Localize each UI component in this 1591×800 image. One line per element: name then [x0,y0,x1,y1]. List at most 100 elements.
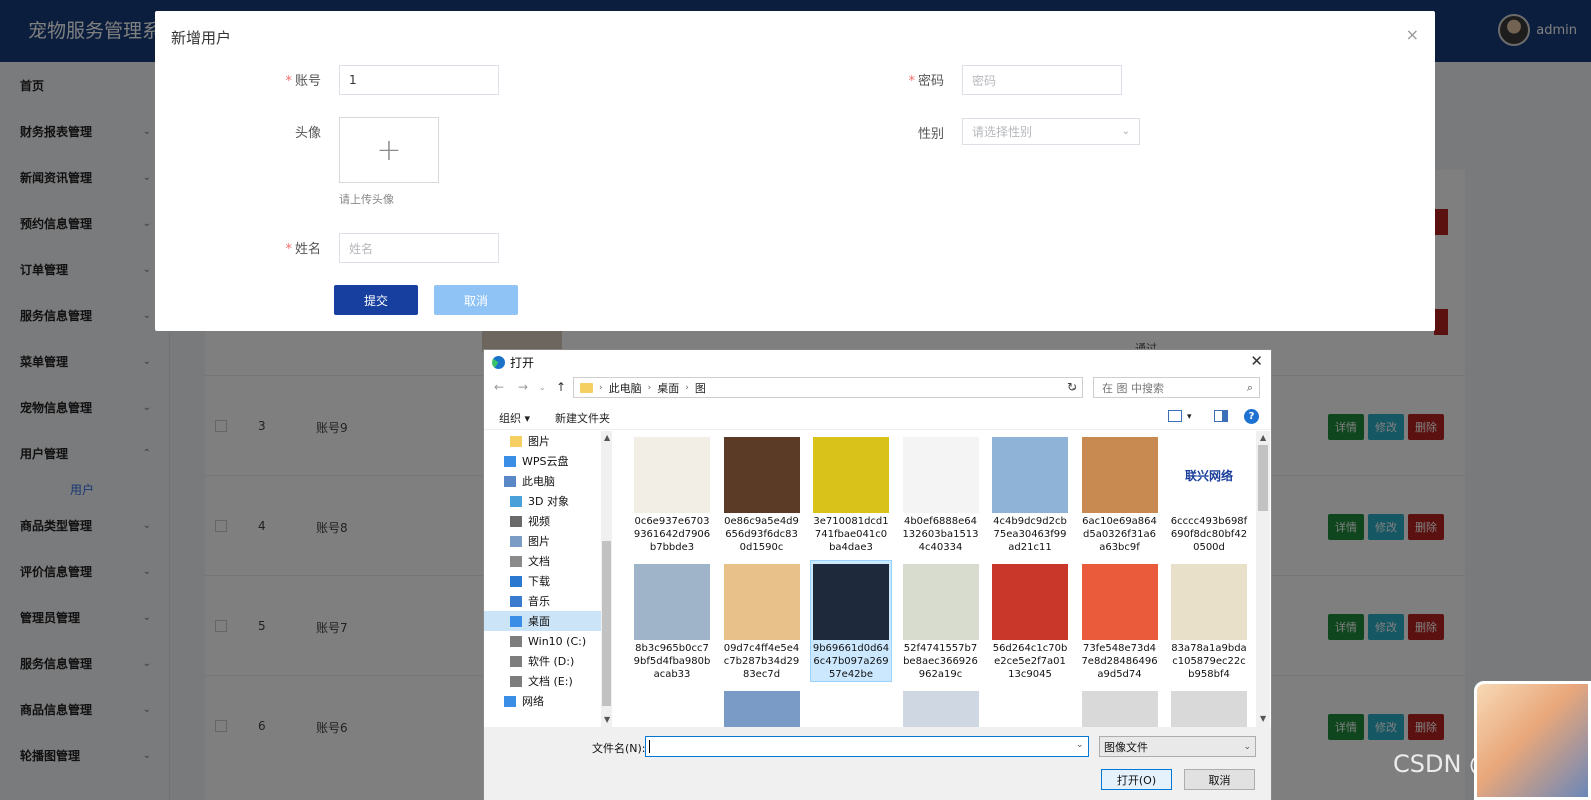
tree-item[interactable]: 图片 [484,431,601,451]
file-item[interactable]: 56d264c1c70be2ce5e2f7a0113c9045 [990,561,1070,681]
address-bar[interactable]: › 此电脑 › 桌面 › 图 ⌄ [573,377,1083,398]
submit-button[interactable]: 提交 [334,285,418,315]
file-item[interactable]: 52f4741557b7be8aec366926962a19c [901,561,981,681]
download-icon [510,575,522,587]
filetype-select[interactable]: 图像文件 ⌄ [1099,736,1256,757]
view-options-icon[interactable] [1168,410,1182,422]
chevron-down-icon[interactable]: ⌄ [1076,740,1084,750]
filename-input[interactable] [645,736,1089,757]
tree-item[interactable]: WPS云盘 [484,451,601,471]
file-item[interactable]: 09d7c4ff4e5e4c7b287b34d2983ec7d [722,561,802,681]
close-icon[interactable]: ✕ [1250,352,1263,370]
tree-item[interactable]: 音乐 [484,591,601,611]
scroll-up-icon[interactable]: ▲ [604,433,610,442]
account-label: * 账号 [285,74,321,89]
tree-item[interactable]: 图片 [484,531,601,551]
product-bottles-thumbnail [634,437,710,513]
file-name: 6cccc493b698f690f8dc80bf420500d [1170,516,1248,553]
breadcrumb-separator: › [685,382,689,393]
corn-thumbnail [813,437,889,513]
avatar-popup-image[interactable] [1474,681,1591,800]
avatar-upload-button[interactable]: + [339,117,439,183]
file-item-partial[interactable] [901,688,981,727]
cancel-button[interactable]: 取消 [434,285,518,315]
scrollbar-thumb[interactable] [1258,445,1268,511]
breadcrumb-desktop[interactable]: 桌面 [657,380,679,396]
preview-pane-icon[interactable] [1214,410,1228,422]
file-item[interactable]: 3e710081dcd1741fbae041c0ba4dae3 [811,434,891,554]
file-item[interactable]: 4b0ef6888e64132603ba15134c40334 [901,434,981,554]
file-item[interactable]: 6ac10e69a864d5a0326f31a6a63bc9f [1080,434,1160,554]
tree-item[interactable]: Win10 (C:) [484,631,601,651]
scroll-down-icon[interactable]: ▼ [1260,714,1266,723]
folder-icon [580,382,593,393]
file-name: 3e710081dcd1741fbae041c0ba4dae3 [813,516,889,553]
computer-icon [504,475,516,487]
file-item[interactable]: 0e86c9a5e4d9656d93f6dc830d1590c [722,434,802,554]
tree-item-label: WPS云盘 [522,455,569,468]
file-item[interactable]: 73fe548e73d47e8d28486496a9d5d74 [1080,561,1160,681]
file-name: 83a78a1a9bdac105879ec22cb958bf4 [1171,643,1247,680]
file-item-partial[interactable] [1080,688,1160,727]
file-item[interactable]: 9b69661d0d646c47b097a26957e42be [810,560,892,682]
scroll-up-icon[interactable]: ▲ [1260,433,1266,442]
snack-bags-thumbnail [723,564,800,640]
tree-item[interactable]: 此电脑 [484,471,601,491]
file-name: 4b0ef6888e64132603ba15134c40334 [902,516,979,553]
account-input[interactable]: 1 [339,65,499,95]
tree-item-label: 下载 [528,575,550,588]
breadcrumb-this-pc[interactable]: 此电脑 [609,380,642,396]
tree-item[interactable]: 文档 [484,551,601,571]
lianxing-logo-thumbnail: 联兴网络 [1171,437,1247,513]
breadcrumb-separator: › [599,382,603,393]
scroll-down-icon[interactable]: ▼ [604,715,610,724]
file-item[interactable]: 0c6e937e67039361642d7906b7bbde3 [632,434,712,554]
image-thumbnail [1081,691,1158,727]
forward-arrow-icon[interactable]: → [518,380,528,394]
recent-chevron-icon[interactable]: ⌄ [539,383,546,392]
name-input[interactable]: 姓名 [339,233,499,263]
image-thumbnail [1171,691,1247,727]
scrollbar-thumb[interactable] [602,541,611,706]
tree-item[interactable]: 视频 [484,511,601,531]
search-input[interactable]: 在 图 中搜索 ⌕ [1093,377,1260,398]
file-item-partial[interactable] [722,688,802,727]
tree-item[interactable]: 网络 [484,691,601,711]
open-button[interactable]: 打开(O) [1101,769,1172,790]
tree-item[interactable]: 下载 [484,571,601,591]
file-dialog-titlebar[interactable]: 打开 ✕ [484,350,1271,374]
up-arrow-icon[interactable]: ↑ [556,380,566,394]
breadcrumb-folder[interactable]: 图 [695,380,706,396]
file-item[interactable]: 联兴网络 6cccc493b698f690f8dc80bf420500d [1169,434,1249,554]
back-arrow-icon[interactable]: ← [494,380,504,394]
chevron-down-icon[interactable]: ▾ [1187,412,1192,422]
gender-select[interactable]: 请选择性别 ⌄ [962,118,1140,145]
refresh-icon[interactable]: ↻ [1067,380,1077,394]
help-icon[interactable]: ? [1244,409,1259,424]
tree-item-label: 文档 (E:) [528,675,573,688]
file-item[interactable]: 8b3c965b0cc79bf5d4fba980bacab33 [632,561,712,681]
organize-menu[interactable]: 组织 ▾ [499,410,530,426]
file-name: 52f4741557b7be8aec366926962a19c [903,643,978,680]
close-icon[interactable]: × [1406,25,1419,44]
tree-item-label: 图片 [528,535,550,548]
cancel-button[interactable]: 取消 [1184,769,1255,790]
file-name: 56d264c1c70be2ce5e2f7a0113c9045 [992,643,1068,680]
music-icon [510,595,522,607]
tree-item[interactable]: 3D 对象 [484,491,601,511]
tree-item[interactable]: 桌面 [484,611,601,631]
new-folder-button[interactable]: 新建文件夹 [555,410,610,426]
file-item[interactable]: 83a78a1a9bdac105879ec22cb958bf4 [1169,561,1249,681]
password-input[interactable]: 密码 [962,65,1122,95]
file-name: 0c6e937e67039361642d7906b7bbde3 [633,516,711,553]
file-item[interactable]: 4c4b9dc9d2cb75ea30463f99ad21c11 [990,434,1070,554]
file-item-partial[interactable] [1169,688,1249,727]
gender-placeholder: 请选择性别 [972,125,1033,139]
filetype-value: 图像文件 [1104,740,1148,754]
file-name: 73fe548e73d47e8d28486496a9d5d74 [1081,643,1158,680]
breadcrumb-separator: › [647,382,652,393]
tree-item-label: 文档 [528,555,550,568]
chevron-down-icon: ⌄ [1121,126,1130,137]
tree-item[interactable]: 文档 (E:) [484,671,601,691]
tree-item[interactable]: 软件 (D:) [484,651,601,671]
